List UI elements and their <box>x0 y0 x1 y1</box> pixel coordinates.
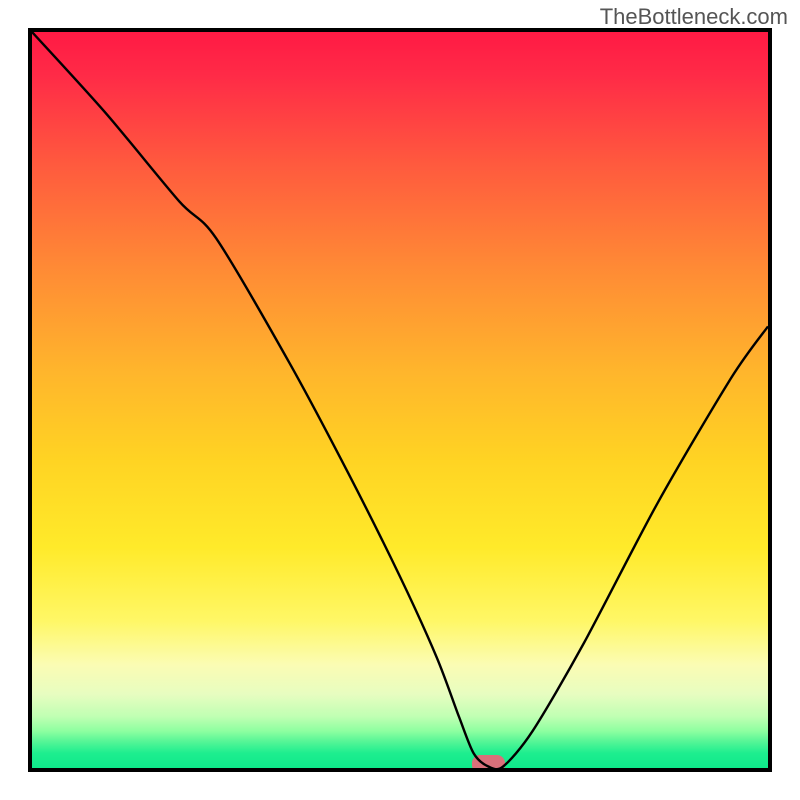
plot-area <box>28 28 772 772</box>
curve-line <box>32 32 768 768</box>
watermark-text: TheBottleneck.com <box>600 4 788 30</box>
chart-container: TheBottleneck.com <box>0 0 800 800</box>
